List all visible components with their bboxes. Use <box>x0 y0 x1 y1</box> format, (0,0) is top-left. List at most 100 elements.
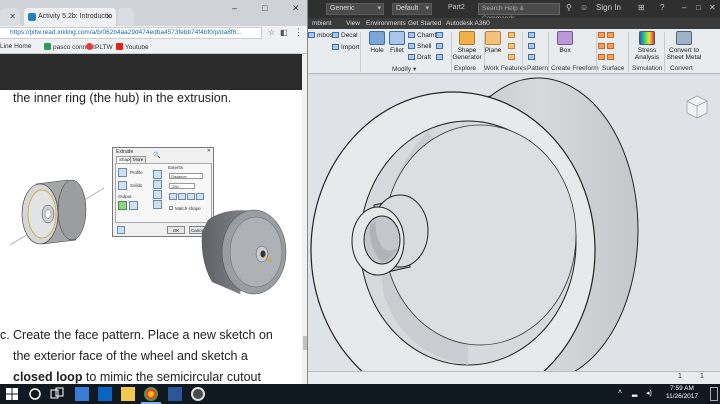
solids-button[interactable] <box>118 181 127 190</box>
modify-tools-1[interactable] <box>436 32 445 39</box>
group-simulation: Simulation <box>632 65 663 72</box>
minimize-icon[interactable]: – <box>682 3 686 12</box>
tab-get-started[interactable]: Get Started <box>408 20 441 27</box>
extension-icon[interactable]: ◧ <box>280 28 288 37</box>
chrome-icon[interactable] <box>141 387 161 404</box>
match-shape-checkbox[interactable] <box>169 206 173 210</box>
help-icon[interactable]: ? <box>660 3 664 12</box>
binoculars-icon[interactable]: ⚲ <box>566 3 572 12</box>
user-icon[interactable]: ☺ <box>580 3 588 12</box>
address-bar[interactable]: https://pltw.read.inkling.com/a/b/062b4a… <box>0 27 262 39</box>
direction-2-button[interactable] <box>178 193 186 200</box>
shell-button[interactable]: Shell <box>408 43 431 50</box>
modify-tools-3[interactable] <box>436 54 445 61</box>
star-icon[interactable]: ☆ <box>268 28 275 37</box>
appearance-dropdown[interactable]: Default <box>392 3 432 15</box>
plane-button[interactable]: Plane <box>476 31 510 54</box>
page-scrollbar[interactable] <box>302 54 307 384</box>
maximize-icon[interactable]: □ <box>262 3 267 13</box>
windows-start-icon[interactable] <box>5 387 19 401</box>
tab-more[interactable]: More <box>130 156 147 163</box>
tab-environment[interactable]: mbient <box>312 20 332 27</box>
distance-input[interactable]: .250 <box>169 183 195 189</box>
close-tab-icon[interactable]: ✕ <box>105 8 112 26</box>
restore-icon[interactable]: □ <box>696 3 701 12</box>
tab-view[interactable]: View <box>346 20 360 27</box>
cut-button[interactable] <box>153 180 162 189</box>
close-icon[interactable]: ✕ <box>292 3 300 14</box>
pattern-circ-button[interactable] <box>528 43 537 50</box>
point-button[interactable] <box>508 43 517 50</box>
profile-label: Profile <box>130 170 143 175</box>
close-tab-icon[interactable]: ✕ <box>9 8 16 26</box>
bookmark-pltw[interactable]: PLTW <box>86 43 113 51</box>
bookmark-youtube[interactable]: Youtube <box>116 43 149 51</box>
tab-activity[interactable]: Activity 5.2b: Introductio ✕ <box>24 8 116 26</box>
close-icon[interactable]: ✕ <box>709 3 716 12</box>
tray-chevron-icon[interactable]: ˄ <box>618 389 622 396</box>
output-surface-button[interactable] <box>129 201 138 210</box>
help-search-input[interactable]: Search Help & Commands... <box>478 3 560 22</box>
closed-loop-emphasis: closed loop <box>13 370 83 384</box>
surface-tool-2[interactable] <box>598 43 616 50</box>
convert-sheet-metal-button[interactable]: Convert to Sheet Metal <box>662 31 706 61</box>
modify-tools-2[interactable] <box>436 43 445 50</box>
viewcube-icon[interactable] <box>686 95 708 119</box>
material-dropdown[interactable]: Generic <box>326 3 384 15</box>
tab-previous[interactable]: ✕ <box>0 8 20 26</box>
wheel-render-illustration <box>201 209 287 295</box>
output-solid-button[interactable] <box>118 201 127 210</box>
ribbon-tabs: mbient View Environments Get Started Aut… <box>308 18 720 29</box>
group-create-freeform: Create Freeform <box>551 65 599 72</box>
ucs-button[interactable] <box>508 54 517 61</box>
draft-button[interactable]: Draft <box>408 54 431 61</box>
direction-asym-button[interactable] <box>196 193 204 200</box>
chrome-menu-icon[interactable]: ⋮ <box>294 27 303 38</box>
outlook-icon[interactable] <box>98 387 112 401</box>
dialog-close-icon[interactable]: ✕ <box>207 148 211 154</box>
graphics-viewport[interactable] <box>308 75 720 371</box>
surface-tool-1[interactable] <box>598 32 616 39</box>
mirror-button[interactable] <box>528 54 537 61</box>
direction-sym-button[interactable] <box>187 193 195 200</box>
edge-icon[interactable] <box>75 387 89 401</box>
output-label: Output <box>118 194 132 199</box>
tab-autodesk-a360[interactable]: Autodesk A360 <box>446 20 490 27</box>
bookmarks-bar: Line Home pasco connect PLTW Youtube <box>0 40 307 54</box>
solids-label: Solids <box>130 183 143 188</box>
profile-button[interactable] <box>118 168 127 177</box>
minimize-icon[interactable]: – <box>232 3 237 13</box>
tab-environments[interactable]: Environments <box>366 20 406 27</box>
inventor-window: Generic Default Part2 Search Help & Comm… <box>308 0 720 384</box>
inventor-taskbar-icon[interactable] <box>191 387 205 401</box>
box-button[interactable]: Box <box>548 31 582 54</box>
decal-button[interactable]: Decal <box>332 32 358 39</box>
direction-1-button[interactable] <box>169 193 177 200</box>
pattern-rect-button[interactable] <box>528 32 537 39</box>
new-solid-button[interactable] <box>153 200 162 209</box>
import-button[interactable]: Import <box>332 44 359 51</box>
network-icon[interactable]: ▂ <box>632 389 637 397</box>
new-tab-button[interactable] <box>118 8 134 26</box>
notifications-icon[interactable] <box>710 387 718 401</box>
extents-dropdown[interactable]: Distance <box>169 173 203 179</box>
join-button[interactable] <box>153 170 162 179</box>
wheel-extrude-illustration <box>9 179 105 246</box>
task-view-icon[interactable] <box>50 387 64 401</box>
group-surface: Surface <box>602 65 625 72</box>
intersect-button[interactable] <box>153 190 162 199</box>
volume-icon[interactable]: ◂) <box>646 389 652 397</box>
axis-button[interactable] <box>508 32 517 39</box>
file-explorer-icon[interactable] <box>121 387 135 401</box>
dialog-help-button[interactable] <box>117 226 125 234</box>
ok-button[interactable]: OK <box>167 226 185 234</box>
bookmark-line-home[interactable]: Line Home <box>0 43 31 50</box>
word-icon[interactable] <box>168 387 182 401</box>
cart-icon[interactable]: ⊞ <box>638 3 645 12</box>
cortana-icon[interactable] <box>28 387 42 401</box>
stress-analysis-button[interactable]: Stress Analysis <box>630 31 664 61</box>
taskbar-clock[interactable]: 7:59 AM 11/26/2017 <box>658 385 706 401</box>
scrollbar-thumb[interactable] <box>303 336 307 350</box>
surface-tool-3[interactable] <box>598 54 616 61</box>
sign-in-link[interactable]: Sign In <box>596 3 621 12</box>
